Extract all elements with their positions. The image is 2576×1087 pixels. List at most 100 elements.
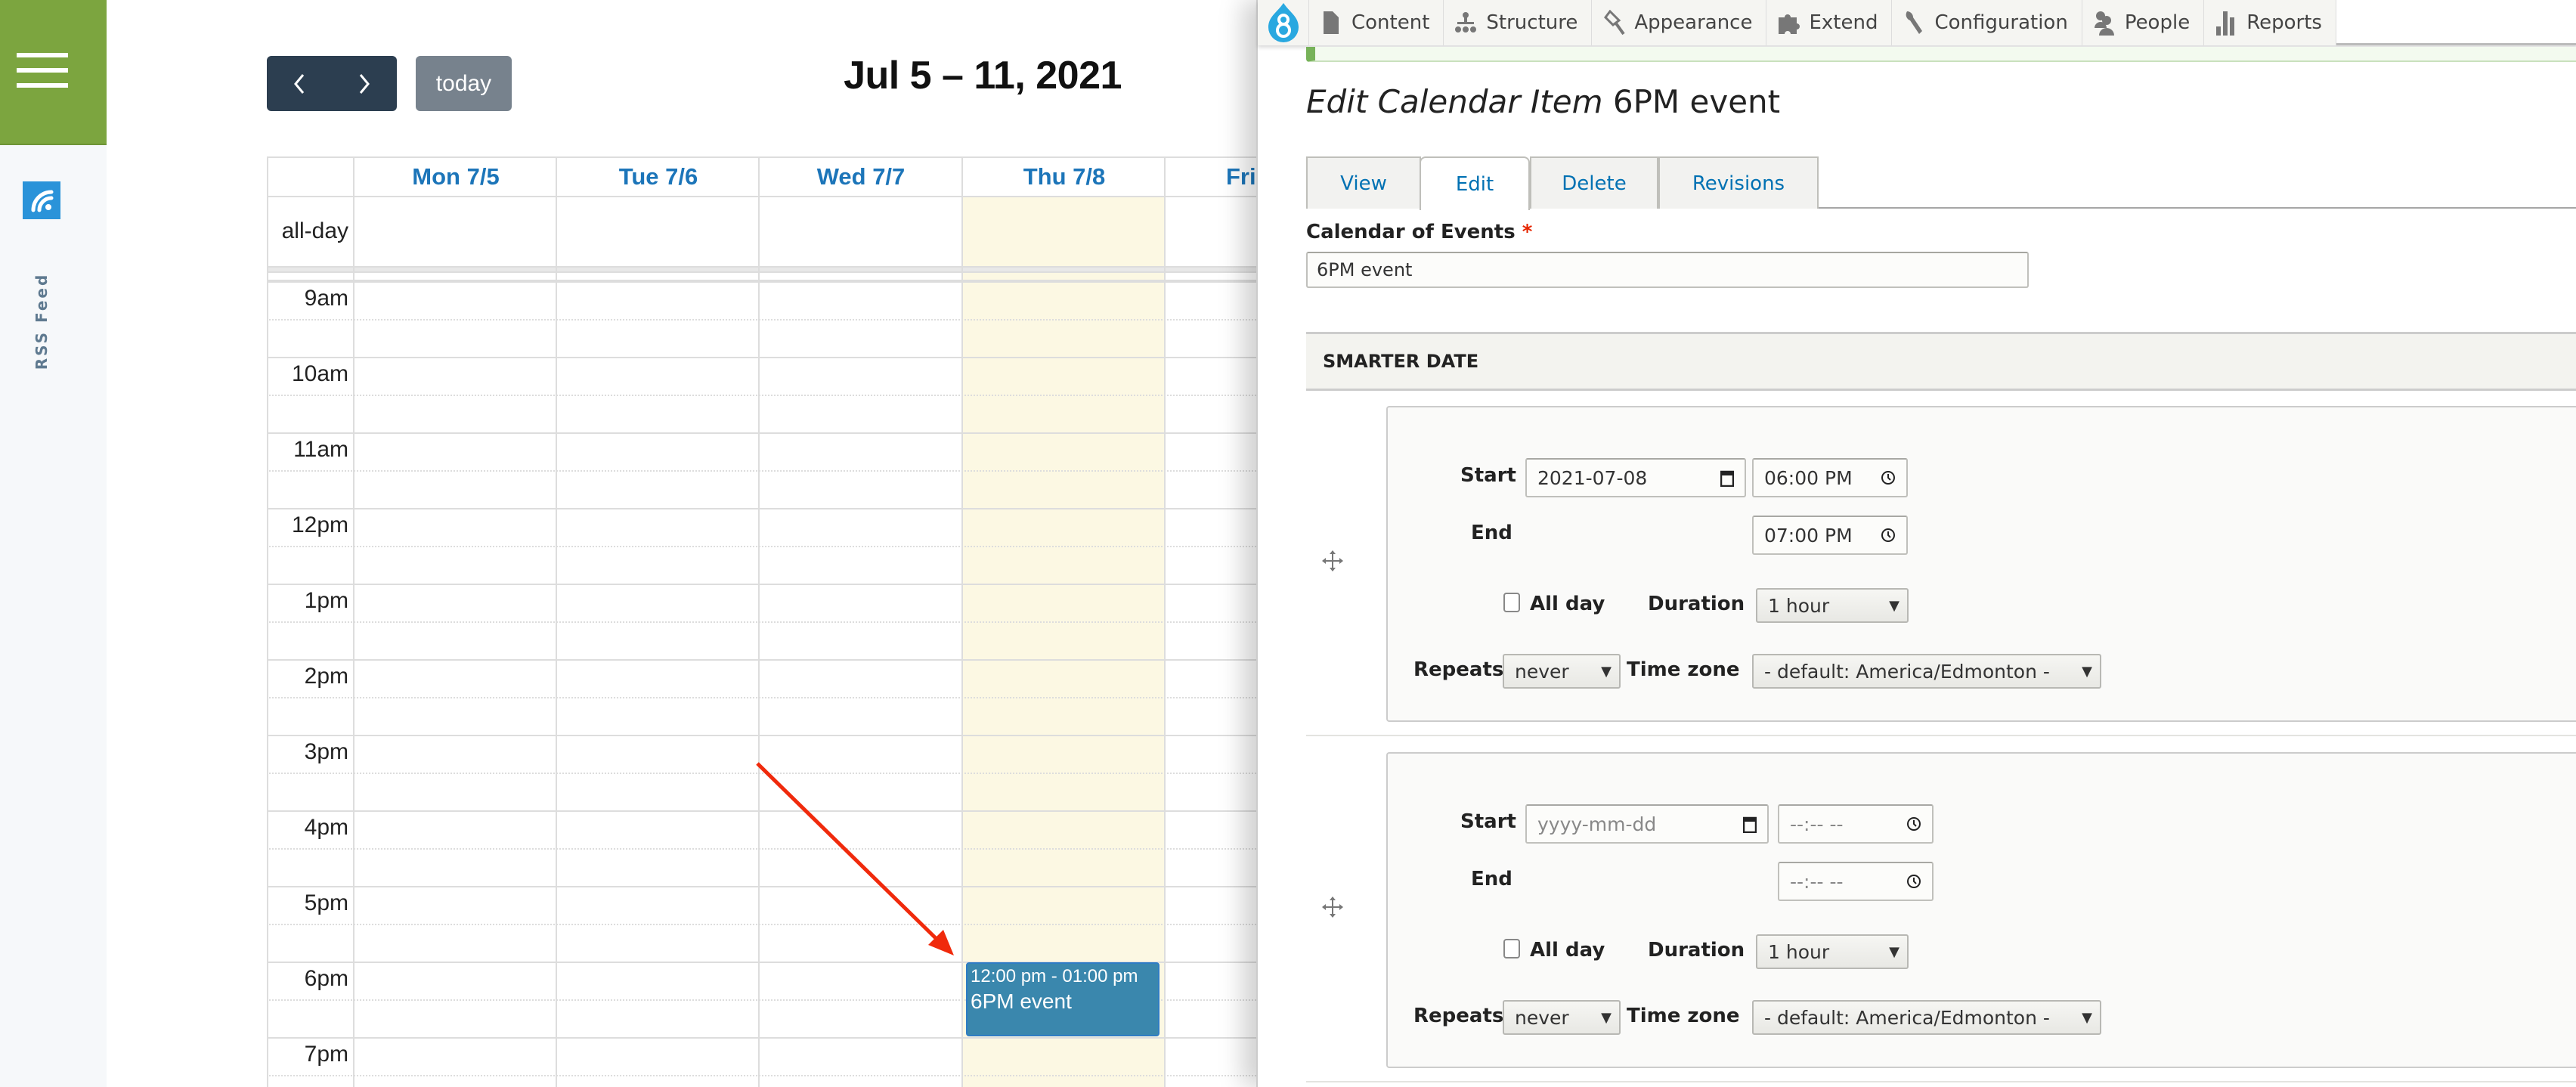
hour-line — [267, 584, 1265, 585]
tab-view[interactable]: View — [1306, 156, 1421, 209]
duration-select[interactable]: 1 hour ▼ — [1756, 934, 1909, 969]
required-marker: * — [1522, 221, 1533, 243]
title-label-text: Calendar of Events — [1306, 221, 1516, 243]
time-slot-label: 2pm — [304, 664, 348, 689]
day-header-wed: Wed 7/7 — [816, 163, 906, 190]
end-time-input[interactable]: --:-- -- — [1778, 862, 1934, 901]
day-header-tue: Tue 7/6 — [618, 163, 698, 190]
hour-line — [267, 735, 1265, 736]
tab-delete[interactable]: Delete — [1530, 156, 1658, 209]
dropdown-arrow-icon: ▼ — [1601, 1009, 1612, 1026]
rss-feed-link[interactable]: RSS Feed — [33, 273, 51, 370]
hour-line — [267, 281, 1265, 283]
page-title: Edit Calendar Item 6PM event — [1306, 83, 1780, 120]
puzzle-icon — [1777, 9, 1800, 36]
start-date-value: yyyy-mm-dd — [1537, 813, 1657, 835]
menu-toggle-block[interactable] — [0, 0, 107, 145]
toolbar-reports[interactable]: Reports — [2204, 0, 2336, 45]
half-hour-line — [267, 1075, 1265, 1076]
timezone-select[interactable]: - default: America/Edmonton - ▼ — [1752, 1000, 2101, 1035]
all-day-label: All day — [1530, 593, 1605, 615]
time-slot-label: 7pm — [304, 1042, 348, 1067]
calendar-week-grid: Mon 7/5 Tue 7/6 Wed 7/7 Thu 7/8 Fri all-… — [267, 156, 1265, 1087]
repeats-value: never — [1515, 660, 1569, 683]
toolbar-people[interactable]: People — [2082, 0, 2205, 45]
admin-toolbar: Content Structure Appearance Extend Conf… — [1258, 0, 2576, 45]
rss-icon[interactable] — [23, 181, 60, 219]
time-slot-label: 10am — [291, 361, 348, 386]
duration-label: Duration — [1648, 939, 1745, 962]
hour-line — [267, 886, 1265, 887]
toolbar-label: People — [2124, 11, 2191, 34]
start-date-input[interactable]: 2021-07-08 — [1525, 458, 1746, 497]
end-time-value: --:-- -- — [1790, 870, 1844, 893]
grid-row-line — [267, 156, 1265, 158]
drag-handle-icon[interactable] — [1321, 896, 1344, 918]
dropdown-arrow-icon: ▼ — [1889, 597, 1899, 614]
clock-icon — [1907, 875, 1921, 888]
prev-week-button[interactable] — [267, 56, 332, 111]
toolbar-label: Structure — [1486, 11, 1578, 34]
half-hour-line — [267, 319, 1265, 321]
tab-edit[interactable]: Edit — [1420, 156, 1530, 210]
time-slot-label: 12pm — [291, 513, 348, 537]
toolbar-label: Appearance — [1634, 11, 1753, 34]
people-icon — [2093, 9, 2116, 36]
repeats-label: Repeats — [1413, 1005, 1504, 1027]
day-header-thu: Thu 7/8 — [1023, 163, 1106, 190]
hour-line — [267, 432, 1265, 434]
timezone-select[interactable]: - default: America/Edmonton - ▼ — [1752, 654, 2101, 689]
half-hour-line — [267, 924, 1265, 925]
time-slot-label: 3pm — [304, 739, 348, 764]
clock-icon — [1881, 528, 1895, 542]
duration-select[interactable]: 1 hour ▼ — [1756, 588, 1909, 623]
page-title-prefix: Edit Calendar Item — [1306, 83, 1603, 120]
tab-revisions[interactable]: Revisions — [1658, 156, 1819, 209]
start-date-input[interactable]: yyyy-mm-dd — [1525, 804, 1769, 844]
all-day-checkbox[interactable] — [1503, 939, 1520, 958]
duration-value: 1 hour — [1768, 594, 1830, 617]
toolbar-extend[interactable]: Extend — [1766, 0, 1893, 45]
timezone-value: - default: America/Edmonton - — [1764, 660, 2050, 683]
day-header-mon: Mon 7/5 — [412, 163, 500, 190]
toolbar-content[interactable]: Content — [1309, 0, 1444, 45]
next-week-button[interactable] — [332, 56, 397, 111]
event-title: 6PM event — [971, 989, 1072, 1013]
end-time-input[interactable]: 07:00 PM — [1752, 516, 1908, 555]
row-divider — [1306, 735, 2576, 736]
bar-chart-icon — [2215, 9, 2237, 36]
chevron-left-icon — [294, 73, 305, 94]
hamburger-menu-icon[interactable] — [17, 53, 68, 89]
all-day-checkbox[interactable] — [1503, 593, 1520, 612]
clock-icon — [1907, 817, 1921, 831]
smarter-date-section-header: SMARTER DATE — [1306, 332, 2576, 391]
site-sidebar: RSS Feed — [0, 0, 107, 1087]
time-slot-label: 6pm — [304, 966, 348, 991]
hour-line — [267, 659, 1265, 661]
half-hour-line — [267, 395, 1265, 396]
all-day-label: all-day — [281, 218, 348, 243]
repeats-select[interactable]: never ▼ — [1503, 1000, 1621, 1035]
half-hour-line — [267, 621, 1265, 623]
toolbar-appearance[interactable]: Appearance — [1592, 0, 1767, 45]
row-divider — [1306, 1081, 2576, 1082]
calendar-icon — [1720, 470, 1734, 487]
file-icon — [1320, 9, 1342, 36]
toolbar-structure[interactable]: Structure — [1444, 0, 1593, 45]
all-day-label: All day — [1530, 939, 1605, 962]
status-message — [1306, 47, 2576, 62]
timezone-label: Time zone — [1627, 1005, 1740, 1027]
start-time-input[interactable]: --:-- -- — [1778, 804, 1934, 844]
time-slot-label: 4pm — [304, 815, 348, 840]
calendar-event[interactable]: 12:00 pm - 01:00 pm 6PM event — [966, 962, 1160, 1036]
today-button[interactable]: today — [416, 56, 512, 111]
start-time-input[interactable]: 06:00 PM — [1752, 458, 1908, 497]
drupal-logo-icon[interactable] — [1258, 0, 1309, 45]
drag-handle-icon[interactable] — [1321, 550, 1344, 572]
repeats-label: Repeats — [1413, 658, 1504, 681]
toolbar-configuration[interactable]: Configuration — [1892, 0, 2082, 45]
page-title-name: 6PM event — [1612, 83, 1781, 120]
start-label: Start — [1460, 464, 1516, 487]
repeats-select[interactable]: never ▼ — [1503, 654, 1621, 689]
title-input[interactable] — [1306, 252, 2029, 288]
